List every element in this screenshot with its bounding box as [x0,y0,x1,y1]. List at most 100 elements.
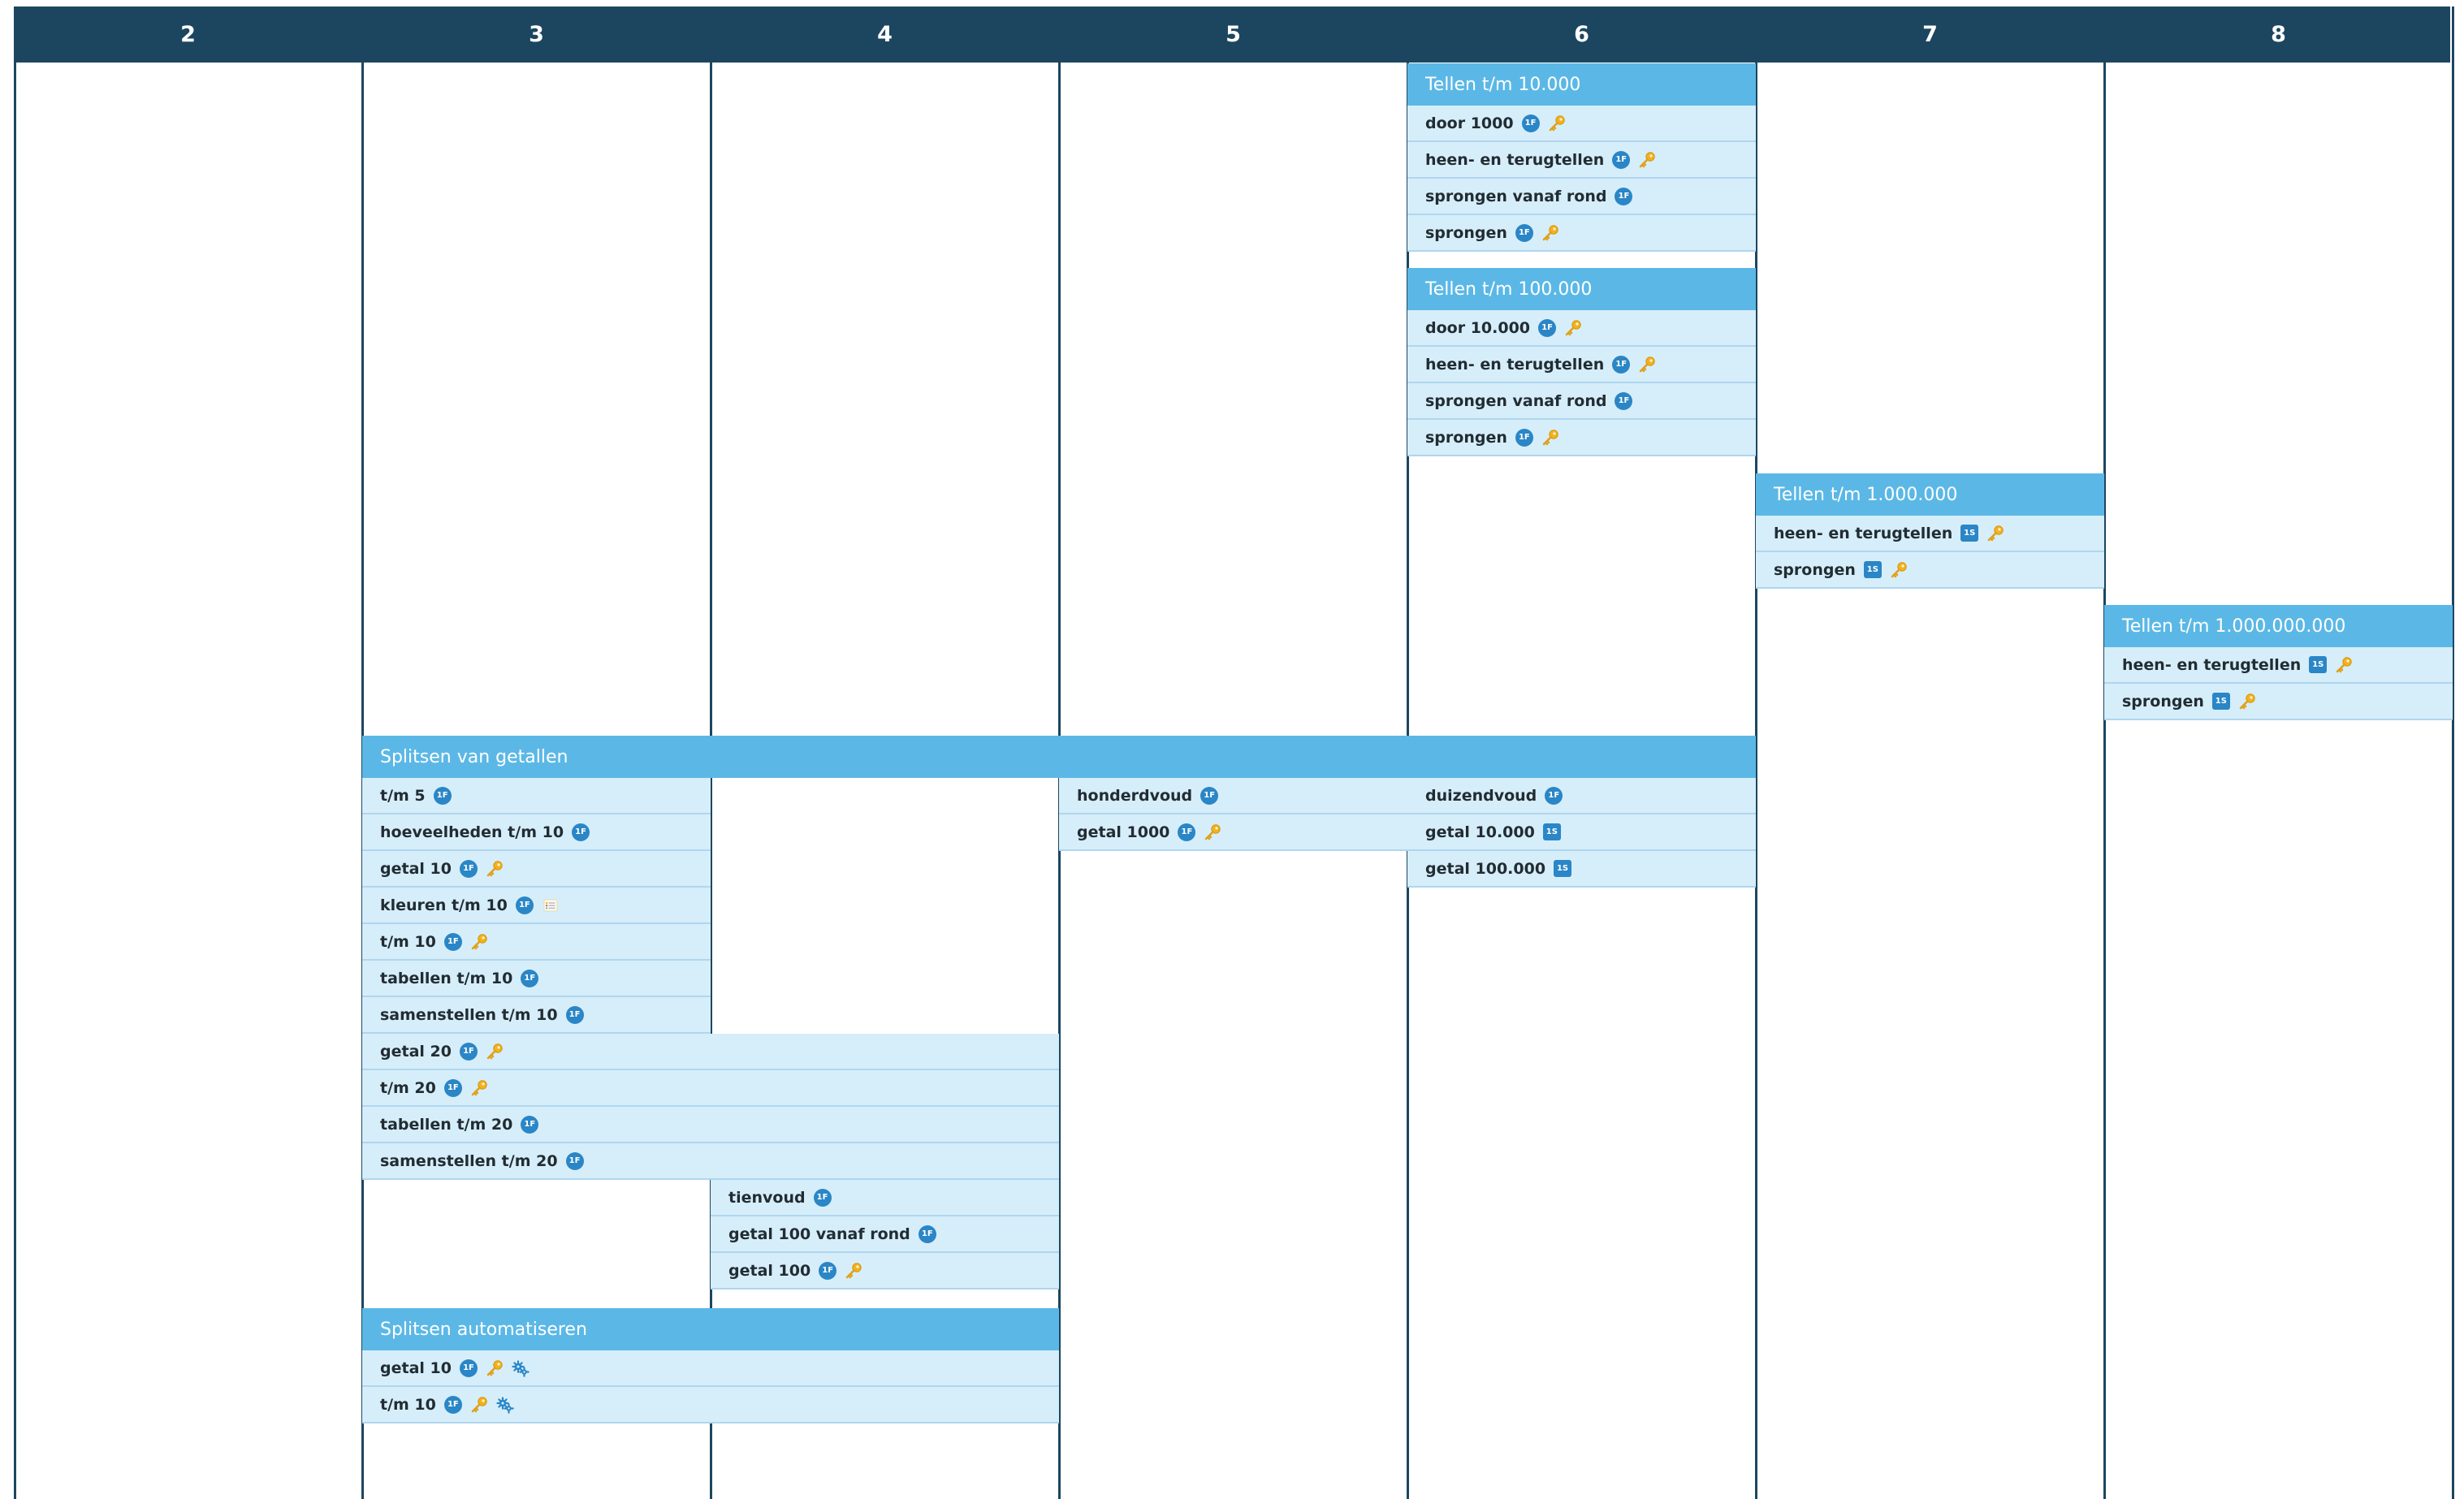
key-icon [470,933,488,951]
list-item[interactable]: t/m 10 1F [362,924,711,961]
key-icon [845,1262,862,1280]
gear-icon [512,1359,530,1377]
item-label: duizendvoud [1425,786,1537,805]
list-item[interactable]: kleuren t/m 10 1F [362,888,711,924]
group-title: Splitsen automatiseren [380,1319,587,1340]
circle-badge-icon: 1F [443,1078,462,1097]
circle-badge-icon: 1F [443,1395,462,1414]
square-badge-icon: 1S [2309,656,2328,673]
item-label: honderdvoud [1077,786,1193,805]
list-item[interactable]: honderdvoud 1F [1059,778,1407,814]
key-icon [486,1043,504,1061]
list-item[interactable]: heen- en terugtellen 1S [2104,647,2453,684]
item-label: tabellen t/m 20 [380,1115,513,1134]
item-label: kleuren t/m 10 [380,896,508,914]
item-label: getal 1000 [1077,823,1170,841]
column-header-grade-4: 4 [877,22,893,47]
list-item[interactable]: door 10.000 1F [1407,310,1756,347]
item-label: door 10.000 [1425,318,1531,337]
circle-badge-icon: 1F [459,1042,478,1061]
square-badge-icon: 1S [1542,823,1561,840]
list-item[interactable]: t/m 10 1F [362,1387,1059,1423]
item-label: getal 10 [380,1359,452,1377]
item-label: sprongen [2122,692,2204,711]
key-icon [1548,114,1566,132]
circle-badge-icon: 1F [813,1188,832,1207]
list-item[interactable]: door 1000 1F [1407,106,1756,142]
item-label: sprongen vanaf rond [1425,391,1607,410]
item-label: tabellen t/m 10 [380,969,513,987]
circle-badge-icon: 1F [433,786,452,805]
group-header[interactable]: Tellen t/m 1.000.000.000 [2104,605,2453,647]
circle-badge-icon: 1F [1538,318,1557,337]
item-label: heen- en terugtellen [1425,355,1605,374]
list-item[interactable]: samenstellen t/m 10 1F [362,997,711,1034]
learning-path-grid: 2 3 4 5 6 7 8 Tellen t/m 10.000 door 1000 1F heen-… [0,0,2464,1499]
list-item[interactable]: getal 100 vanaf rond 1F [711,1216,1059,1253]
list-item[interactable]: getal 1000 1F [1059,814,1407,851]
item-label: t/m 5 [380,786,426,805]
list-item[interactable]: tabellen t/m 20 1F [362,1107,1059,1143]
column-header-grade-6: 6 [1574,22,1589,47]
column-header-grade-3: 3 [529,22,544,47]
list-item[interactable]: heen- en terugtellen 1F [1407,347,1756,383]
list-item[interactable]: getal 10 1F [362,1350,1059,1387]
list-item[interactable]: hoeveelheden t/m 10 1F [362,814,711,851]
list-item[interactable]: tienvoud 1F [711,1180,1059,1216]
list-item[interactable]: sprongen 1F [1407,215,1756,252]
key-icon [1541,429,1559,447]
list-item[interactable]: sprongen 1F [1407,420,1756,456]
list-item[interactable]: sprongen vanaf rond 1F [1407,383,1756,420]
list-item[interactable]: t/m 5 1F [362,778,711,814]
list-item[interactable]: sprongen 1S [2104,684,2453,720]
group-header[interactable]: Tellen t/m 100.000 [1407,268,1756,310]
group-header[interactable]: Splitsen van getallen [362,736,1756,778]
list-item[interactable]: getal 10 1F [362,851,711,888]
column-header-grade-2: 2 [180,22,196,47]
list-item[interactable]: getal 100 1F [711,1253,1059,1289]
item-label: getal 10 [380,859,452,878]
circle-badge-icon: 1F [1515,223,1533,242]
circle-badge-icon: 1F [1615,187,1633,205]
circle-badge-icon: 1F [1178,823,1196,841]
circle-badge-icon: 1F [1515,428,1533,447]
list-item[interactable]: getal 20 1F [362,1034,1059,1070]
column-header-grade-7: 7 [1922,22,1938,47]
group-title: Tellen t/m 1.000.000.000 [2122,616,2346,637]
item-label: samenstellen t/m 10 [380,1005,558,1024]
item-label: sprongen [1425,428,1507,447]
list-item[interactable]: getal 100.000 1S [1407,851,1756,888]
item-label: heen- en terugtellen [1774,524,1953,542]
circle-badge-icon: 1F [515,896,534,914]
item-label: t/m 10 [380,1395,436,1414]
circle-badge-icon: 1F [1521,114,1540,132]
key-icon [1890,561,1908,579]
list-item[interactable]: sprongen vanaf rond 1F [1407,179,1756,215]
circle-badge-icon: 1F [1545,786,1563,805]
list-item[interactable]: heen- en terugtellen 1S [1756,516,2104,552]
list-item[interactable]: duizendvoud 1F [1407,778,1756,814]
square-badge-icon: 1S [1863,561,1882,578]
key-icon [1986,525,2004,542]
group-header[interactable]: Tellen t/m 10.000 [1407,63,1756,106]
circle-badge-icon: 1F [459,859,478,878]
column-header-grade-5: 5 [1226,22,1241,47]
list-item[interactable]: samenstellen t/m 20 1F [362,1143,1059,1180]
circle-badge-icon: 1F [521,1115,539,1134]
square-badge-icon: 1S [1554,860,1572,877]
group-header[interactable]: Tellen t/m 1.000.000 [1756,473,2104,516]
item-label: samenstellen t/m 20 [380,1151,558,1170]
list-item[interactable]: heen- en terugtellen 1F [1407,142,1756,179]
key-icon [470,1079,488,1097]
item-label: hoeveelheden t/m 10 [380,823,564,841]
circle-badge-icon: 1F [819,1261,837,1280]
item-label: getal 10.000 [1425,823,1535,841]
key-icon [1564,319,1582,337]
item-label: getal 100 vanaf rond [728,1225,910,1243]
list-item[interactable]: sprongen 1S [1756,552,2104,589]
circle-badge-icon: 1F [565,1005,584,1024]
list-item[interactable]: getal 10.000 1S [1407,814,1756,851]
list-item[interactable]: t/m 20 1F [362,1070,1059,1107]
list-item[interactable]: tabellen t/m 10 1F [362,961,711,997]
group-header[interactable]: Splitsen automatiseren [362,1308,1059,1350]
